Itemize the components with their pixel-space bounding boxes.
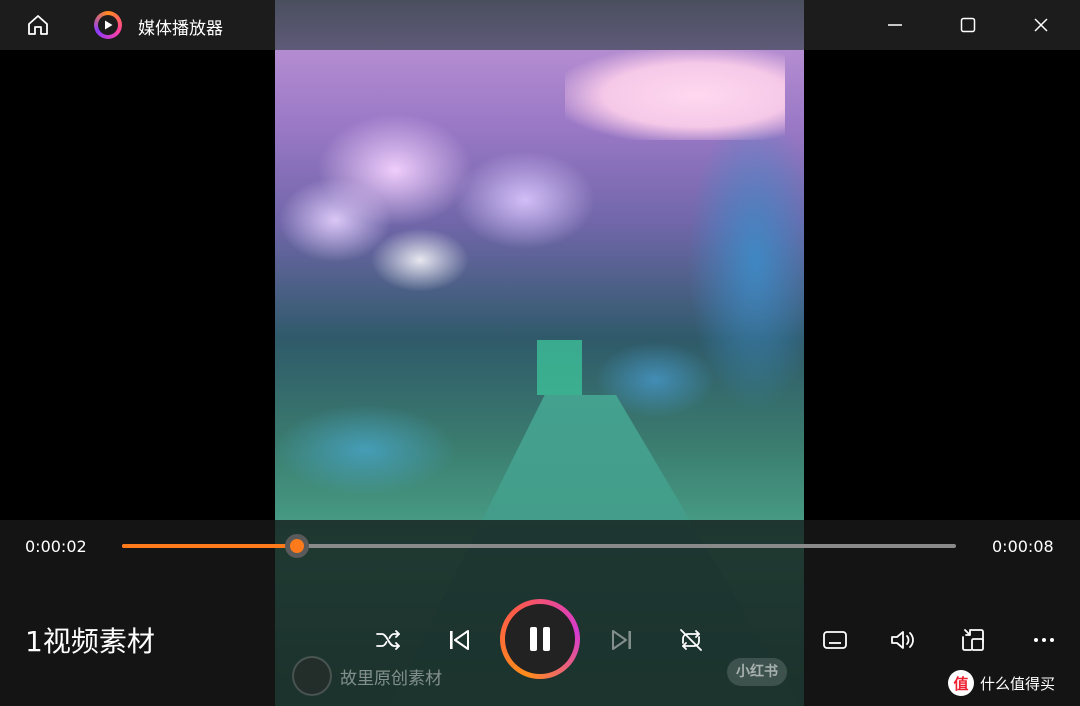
previous-icon (450, 630, 469, 650)
repeat-icon (680, 629, 702, 651)
close-button[interactable] (1022, 6, 1060, 44)
next-icon (612, 630, 631, 650)
seek-bar-progress (122, 544, 298, 548)
app-title: 媒体播放器 (138, 19, 223, 39)
media-player-window: 媒体播放器 故里原创素材 小红书 0:00:02 0:00:08 1视频素材 值… (0, 0, 1080, 706)
home-button[interactable] (19, 6, 57, 44)
home-icon (28, 15, 48, 35)
volume-icon (891, 631, 914, 649)
seek-bar[interactable] (122, 534, 956, 558)
brand-logo: 值 (948, 670, 974, 696)
repeat-button[interactable] (673, 622, 709, 658)
video-sky (565, 50, 785, 140)
video-doorway (537, 340, 582, 395)
brand-text: 什么值得买 (980, 674, 1056, 693)
shuffle-icon (376, 630, 400, 650)
subtitles-icon (823, 631, 847, 649)
minimize-button[interactable] (876, 6, 914, 44)
watermark-text: 故里原创素材 (340, 669, 442, 689)
volume-button[interactable] (885, 622, 921, 658)
mini-view-button[interactable] (955, 622, 991, 658)
pause-icon (530, 627, 550, 651)
brand-watermark: 值 什么值得买 (948, 668, 1055, 698)
watermark-avatar (292, 656, 332, 696)
title-bar-video-strip (275, 0, 804, 50)
next-button[interactable] (604, 622, 640, 658)
total-time: 0:00:08 (992, 537, 1054, 556)
more-icon (1034, 638, 1054, 642)
subtitles-button[interactable] (817, 622, 853, 658)
close-icon (1034, 18, 1048, 32)
maximize-button[interactable] (949, 6, 987, 44)
more-options-button[interactable] (1026, 622, 1062, 658)
play-pause-button[interactable] (500, 599, 580, 679)
media-player-icon (94, 11, 122, 39)
seek-bar-thumb[interactable] (285, 534, 310, 558)
shuffle-button[interactable] (370, 622, 406, 658)
current-time: 0:00:02 (25, 537, 87, 556)
mini-view-icon (962, 629, 984, 651)
maximize-icon (960, 17, 976, 33)
previous-button[interactable] (441, 622, 477, 658)
watermark-badge: 小红书 (727, 658, 787, 686)
minimize-icon (888, 24, 902, 26)
media-title: 1视频素材 (25, 625, 155, 658)
